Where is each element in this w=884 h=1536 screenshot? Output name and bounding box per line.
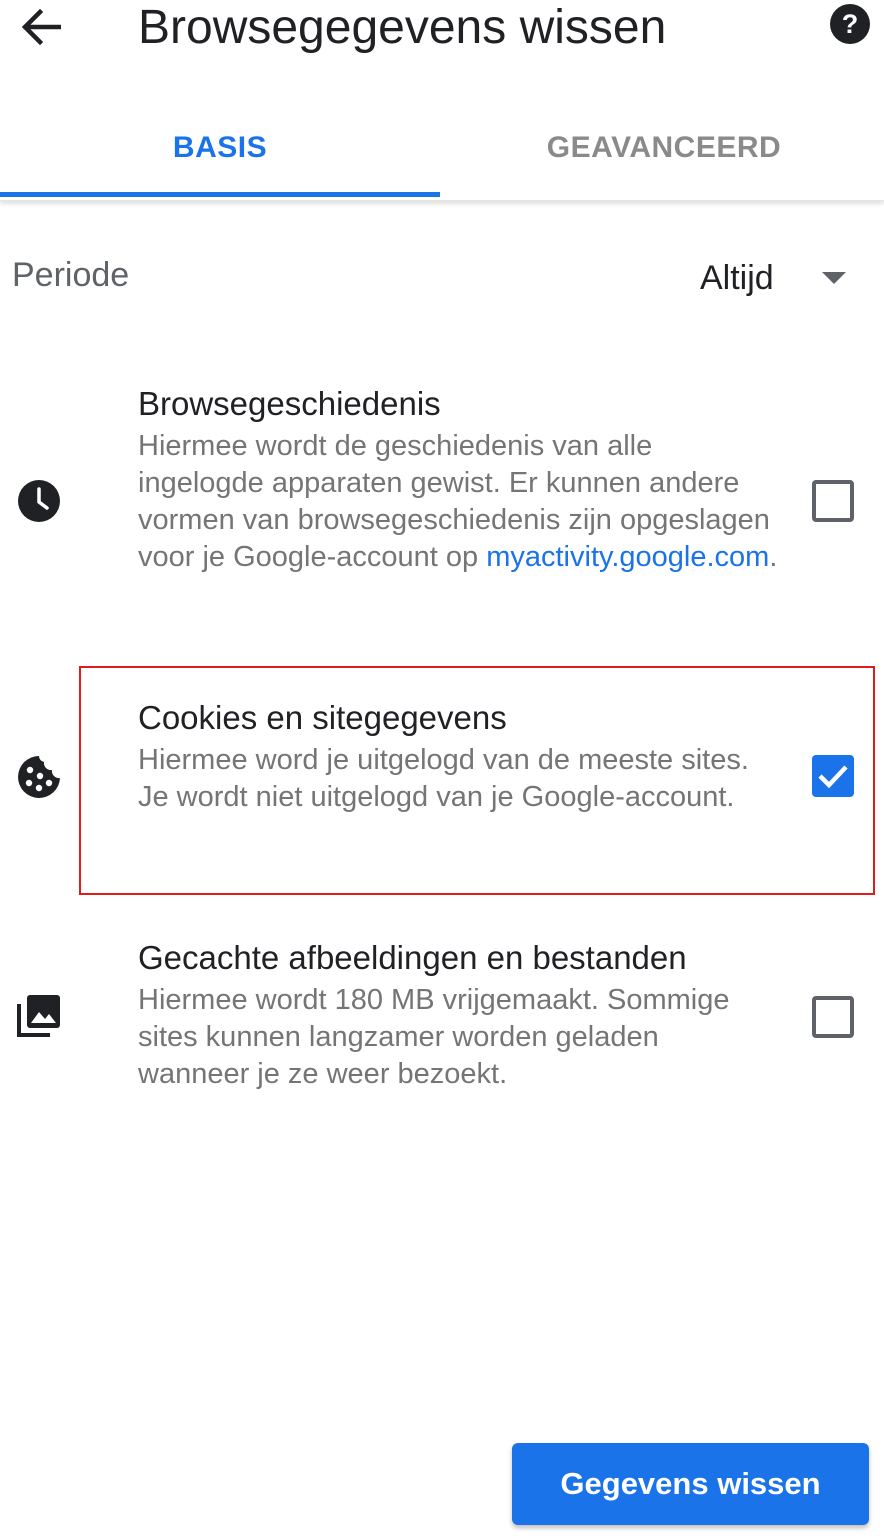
active-tab-indicator: [0, 192, 440, 197]
tab-geavanceerd[interactable]: GEAVANCEERD: [444, 100, 884, 196]
periode-label: Periode: [12, 256, 130, 294]
option-text: Gecachte afbeeldingen en bestanden Hierm…: [138, 938, 778, 1093]
cookie-icon: [18, 756, 60, 798]
highlight-annotation: [79, 666, 875, 895]
help-circle-icon: ?: [830, 4, 870, 44]
option-cached-images[interactable]: Gecachte afbeeldingen en bestanden Hierm…: [0, 934, 884, 1114]
option-title: Gecachte afbeeldingen en bestanden: [138, 939, 687, 976]
clear-browsing-data-screen: Browsegegevens wissen ? BASIS GEAVANCEER…: [0, 0, 884, 1536]
dropdown-arrow-icon: [822, 272, 846, 284]
periode-dropdown[interactable]: Altijd: [690, 246, 870, 310]
option-browsing-history[interactable]: Browsegeschiedenis Hiermee wordt de gesc…: [0, 380, 884, 630]
back-button[interactable]: [14, 2, 68, 52]
clear-data-button[interactable]: Gegevens wissen: [512, 1443, 869, 1525]
option-description: Hiermee wordt de geschiedenis van alle i…: [138, 430, 778, 573]
option-title: Browsegeschiedenis: [138, 385, 441, 422]
svg-text:?: ?: [842, 9, 859, 39]
option-description: Hiermee wordt 180 MB vrijgemaakt. Sommig…: [138, 984, 730, 1090]
help-button[interactable]: ?: [828, 2, 872, 46]
myactivity-link[interactable]: myactivity.google.com: [486, 541, 769, 573]
tab-bar: BASIS GEAVANCEERD: [0, 100, 884, 201]
checkbox-cached-images[interactable]: [812, 996, 854, 1038]
option-text: Browsegeschiedenis Hiermee wordt de gesc…: [138, 384, 778, 576]
clock-icon: [18, 480, 60, 522]
checkbox-browsing-history[interactable]: [812, 480, 854, 522]
arrow-left-icon: [21, 9, 61, 45]
image-stack-icon: [17, 995, 60, 1037]
tab-basis[interactable]: BASIS: [0, 100, 440, 196]
periode-value: Altijd: [700, 258, 774, 297]
page-title: Browsegegevens wissen: [138, 1, 667, 54]
